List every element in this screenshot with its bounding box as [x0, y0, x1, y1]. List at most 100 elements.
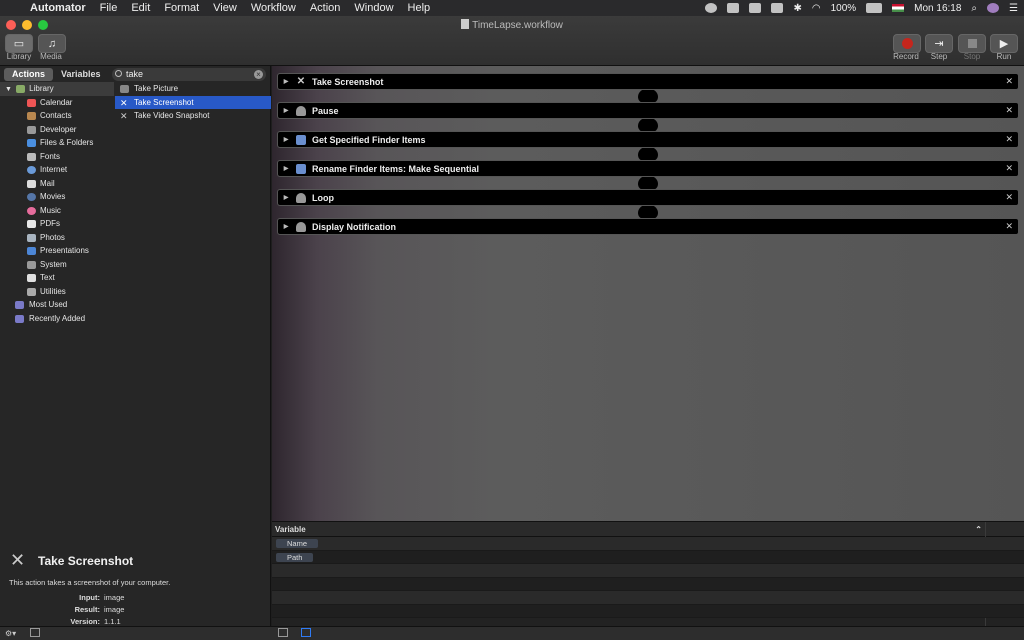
remove-action-icon[interactable]: ✕ — [1005, 76, 1013, 87]
wifi-icon[interactable]: ◠ — [812, 3, 821, 14]
tree-item-utilities[interactable]: Utilities — [0, 285, 114, 299]
variable-row[interactable]: Path — [272, 550, 1024, 564]
sort-chevron-icon[interactable]: ⌃ — [975, 522, 982, 537]
tree-item-mail[interactable]: Mail — [0, 177, 114, 191]
siri-icon[interactable] — [987, 3, 1000, 13]
input-value: image — [104, 593, 125, 602]
tree-item-music[interactable]: Music — [0, 204, 114, 218]
gear-menu-icon[interactable]: ⚙▾ — [5, 628, 16, 639]
menu-help[interactable]: Help — [408, 2, 431, 14]
library-tree: ▼ Library Calendar Contacts Developer Fi… — [0, 82, 114, 325]
clock[interactable]: Mon 16:18 — [914, 3, 961, 14]
stop-button[interactable] — [958, 34, 986, 53]
description-result: Result: image — [0, 605, 125, 614]
menu-view[interactable]: View — [213, 2, 237, 14]
menu-window[interactable]: Window — [354, 2, 393, 14]
mail-icon — [27, 179, 36, 188]
library-toggle-button[interactable]: ▭ — [5, 34, 33, 53]
creative-cloud-icon[interactable] — [727, 3, 740, 13]
remove-action-icon[interactable]: ✕ — [1005, 192, 1013, 203]
run-button[interactable]: ▶ — [990, 34, 1018, 53]
tree-item-pdfs[interactable]: PDFs — [0, 217, 114, 231]
workflow-area[interactable]: ▶ ✕ Take Screenshot ✕ ▶ Pause ✕ ▶ Get Sp… — [272, 66, 1024, 521]
tree-item-text[interactable]: Text — [0, 271, 114, 285]
result-take-picture[interactable]: Take Picture — [115, 82, 271, 96]
tab-actions[interactable]: Actions — [4, 68, 54, 81]
menu-app-name[interactable]: Automator — [30, 2, 86, 14]
record-button[interactable] — [893, 34, 921, 53]
spotlight-icon[interactable]: ⌕ — [971, 3, 977, 14]
workflow-action-display-notification[interactable]: ▶ Display Notification ✕ — [277, 218, 1019, 235]
variable-view-icon[interactable] — [301, 628, 311, 639]
description-title: Take Screenshot — [38, 554, 134, 568]
remove-action-icon[interactable]: ✕ — [1005, 134, 1013, 145]
log-view-icon[interactable] — [278, 628, 288, 639]
tree-item-library[interactable]: ▼ Library — [0, 82, 114, 96]
expand-triangle-icon[interactable]: ▶ — [280, 223, 292, 230]
workflow-action-get-finder-items[interactable]: ▶ Get Specified Finder Items ✕ — [277, 131, 1019, 148]
workflow-action-pause[interactable]: ▶ Pause ✕ — [277, 102, 1019, 119]
workflow-action-take-screenshot[interactable]: ▶ ✕ Take Screenshot ✕ — [277, 73, 1019, 90]
tree-item-internet[interactable]: Internet — [0, 163, 114, 177]
tree-item-presentations[interactable]: Presentations — [0, 244, 114, 258]
tree-item-most-used[interactable]: Most Used — [0, 298, 114, 312]
tree-item-recently-added[interactable]: Recently Added — [0, 312, 114, 326]
tree-item-system[interactable]: System — [0, 258, 114, 272]
tree-item-developer[interactable]: Developer — [0, 123, 114, 137]
tree-item-label: Recently Added — [29, 313, 86, 323]
result-take-screenshot[interactable]: ✕ Take Screenshot — [115, 95, 271, 109]
toggle-description-icon[interactable] — [30, 628, 40, 639]
expand-triangle-icon[interactable]: ▶ — [280, 78, 292, 85]
remove-action-icon[interactable]: ✕ — [1005, 163, 1013, 174]
workflow-action-loop[interactable]: ▶ Loop ✕ — [277, 189, 1019, 206]
tree-item-files-folders[interactable]: Files & Folders — [0, 136, 114, 150]
menu-workflow[interactable]: Workflow — [251, 2, 296, 14]
step-button[interactable]: ⇥ — [925, 34, 953, 53]
tab-variables[interactable]: Variables — [53, 68, 109, 81]
remove-action-icon[interactable]: ✕ — [1005, 105, 1013, 116]
menu-edit[interactable]: Edit — [131, 2, 150, 14]
description-toggle-box — [30, 628, 40, 637]
variable-token[interactable]: Name — [276, 539, 319, 548]
result-take-video-snapshot[interactable]: ✕ Take Video Snapshot — [115, 109, 271, 123]
m-app-icon[interactable] — [749, 3, 762, 13]
menu-format[interactable]: Format — [164, 2, 199, 14]
bluetooth-icon[interactable]: ✱ — [793, 3, 801, 14]
variable-token[interactable]: Path — [276, 552, 314, 562]
robot-icon — [296, 105, 306, 116]
pdf-icon — [27, 220, 36, 228]
tools-icon: ✕ — [10, 550, 26, 570]
photos-icon — [27, 233, 36, 242]
expand-triangle-icon[interactable]: ▶ — [280, 194, 292, 201]
window-toolbar: TimeLapse.workflow ▭ Library ♫ Media Rec… — [0, 16, 1024, 66]
bubble-icon[interactable] — [705, 3, 718, 13]
airplay-icon[interactable] — [771, 3, 784, 13]
input-source-flag-icon[interactable] — [892, 4, 905, 12]
expand-triangle-icon[interactable]: ▶ — [280, 107, 292, 114]
variable-row[interactable]: Name — [272, 537, 1024, 551]
expand-triangle-icon[interactable]: ▶ — [280, 136, 292, 143]
action-results-list: Take Picture ✕ Take Screenshot ✕ Take Vide… — [115, 82, 271, 123]
clear-search-icon[interactable]: × — [254, 70, 263, 79]
tree-item-contacts[interactable]: Contacts — [0, 109, 114, 123]
variables-header[interactable]: Variable ⌃ — [272, 522, 1024, 627]
tree-item-label: Utilities — [40, 286, 66, 296]
disclosure-triangle-icon[interactable]: ▼ — [5, 83, 12, 97]
expand-triangle-icon[interactable]: ▶ — [280, 165, 292, 172]
tree-item-photos[interactable]: Photos — [0, 231, 114, 245]
tree-item-movies[interactable]: Movies — [0, 190, 114, 204]
battery-icon[interactable] — [866, 3, 883, 13]
tree-item-label: Photos — [40, 232, 65, 242]
media-button[interactable]: ♫ — [38, 34, 66, 53]
tree-item-calendar[interactable]: Calendar — [0, 96, 114, 110]
library-search-input[interactable]: take × — [112, 68, 266, 81]
menu-file[interactable]: File — [100, 2, 118, 14]
notification-center-icon[interactable]: ☰ — [1009, 3, 1018, 14]
action-title: Rename Finder Items: Make Sequential — [312, 163, 480, 174]
tree-item-fonts[interactable]: Fonts — [0, 150, 114, 164]
remove-action-icon[interactable]: ✕ — [1005, 221, 1013, 232]
battery-percent[interactable]: 100% — [831, 3, 857, 14]
workflow-action-rename-finder-items[interactable]: ▶ Rename Finder Items: Make Sequential ✕ — [277, 160, 1019, 177]
menu-action[interactable]: Action — [310, 2, 341, 14]
action-connector — [638, 118, 658, 132]
